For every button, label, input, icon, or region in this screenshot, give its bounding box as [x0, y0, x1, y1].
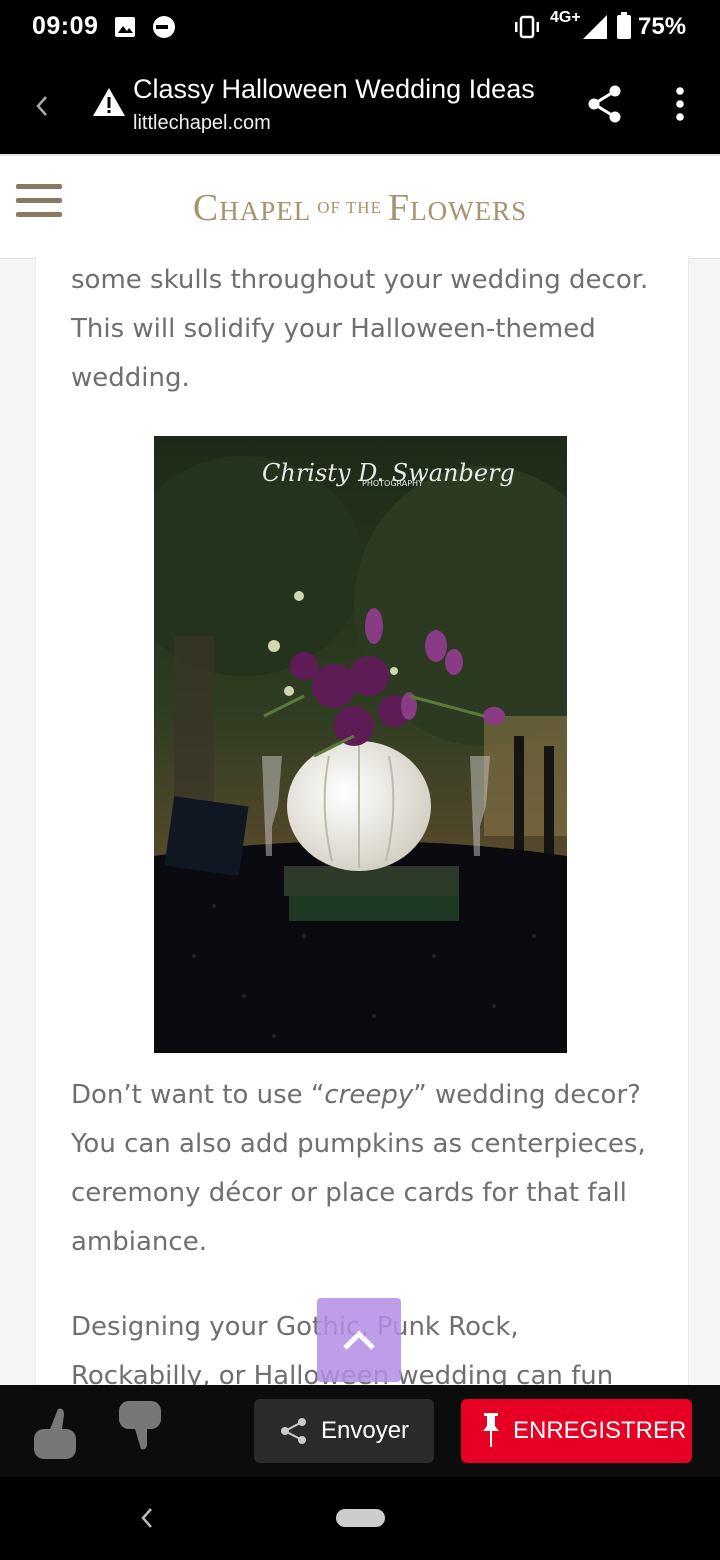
battery-icon: [617, 12, 631, 39]
article-photo: Christy D. Swanberg PHOTOGRAPHY: [154, 436, 567, 1053]
thumbs-up-icon[interactable]: [30, 1405, 80, 1461]
more-vert-icon[interactable]: [674, 86, 686, 122]
site-logo[interactable]: Chapel of the Flowers: [0, 186, 720, 230]
share-icon[interactable]: [587, 84, 623, 124]
share-icon: [281, 1418, 306, 1444]
back-icon[interactable]: [34, 94, 50, 118]
network-type: 4G+: [550, 9, 581, 26]
thumbs-down-icon[interactable]: [115, 1397, 165, 1453]
pin-action-bar: Envoyer ENREGISTRER: [0, 1385, 720, 1477]
nav-back-icon[interactable]: [138, 1505, 156, 1531]
system-nav-bar: [0, 1477, 720, 1560]
article-paragraph: some skulls throughout your wedding deco…: [71, 265, 649, 393]
page-title: Classy Halloween Wedding Ideas: [133, 74, 535, 104]
signal-icon: [583, 15, 607, 39]
save-button[interactable]: ENREGISTRER: [461, 1399, 692, 1463]
data-saver-icon: [153, 16, 175, 38]
home-pill[interactable]: [336, 1509, 385, 1527]
vibrate-icon: [515, 15, 539, 39]
pumpkin-centerpiece-image: Christy D. Swanberg PHOTOGRAPHY: [154, 436, 567, 1053]
battery-percent: 75%: [638, 13, 687, 40]
send-button[interactable]: Envoyer: [254, 1399, 434, 1463]
send-label: Envoyer: [321, 1417, 410, 1444]
chevron-up-icon: [343, 1330, 375, 1350]
article-paragraph: Don’t want to use “creepy” wedding decor…: [71, 1080, 646, 1257]
page-url: littlechapel.com: [133, 112, 271, 134]
custom-tab-header: Classy Halloween Wedding Ideas littlecha…: [0, 56, 720, 154]
photo-watermark-sub: PHOTOGRAPHY: [362, 479, 423, 488]
warning-icon[interactable]: [92, 86, 126, 118]
save-label: ENREGISTRER: [513, 1417, 687, 1444]
image-icon: [115, 17, 135, 37]
status-bar: 09:09 4G+ 75%: [0, 0, 720, 56]
site-header: Chapel of the Flowers: [0, 154, 720, 259]
pin-icon: [483, 1413, 499, 1447]
scroll-to-top-button[interactable]: [317, 1298, 401, 1382]
status-time: 09:09: [32, 12, 99, 40]
